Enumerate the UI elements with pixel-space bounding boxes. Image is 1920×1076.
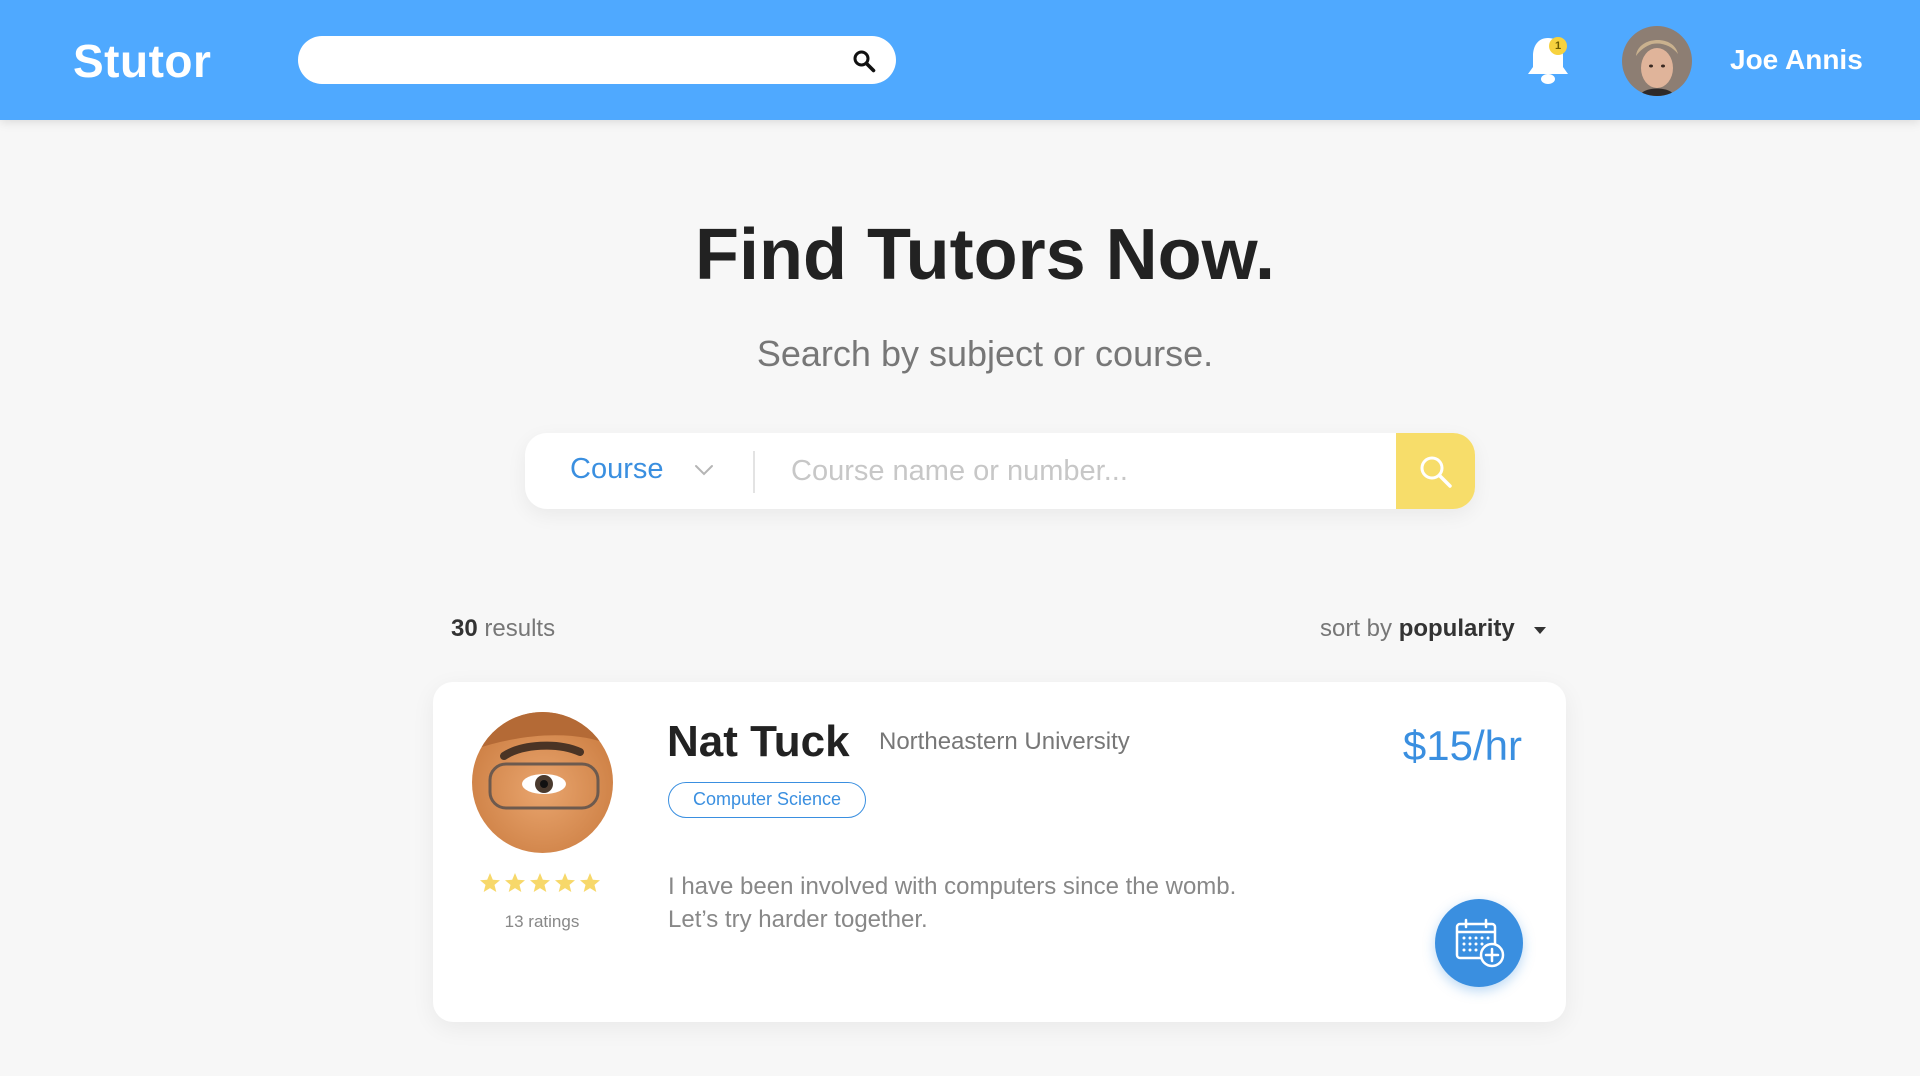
star-icon: [555, 873, 575, 892]
course-search-input[interactable]: [791, 447, 1351, 495]
tutor-bio-line: I have been involved with computers sinc…: [668, 873, 1237, 900]
search-submit-button[interactable]: [1396, 433, 1475, 509]
subject-tag[interactable]: Computer Science: [668, 782, 867, 818]
results-count: 30 results: [451, 615, 555, 643]
tutor-bio: I have been involved with computers sinc…: [668, 870, 1308, 936]
book-session-button[interactable]: [1435, 899, 1523, 987]
app-logo[interactable]: Stutor: [73, 34, 211, 88]
ratings-count: 13 ratings: [504, 912, 580, 931]
caret-down-icon[interactable]: [1532, 624, 1548, 636]
page-subtitle: Search by subject or course.: [756, 333, 1214, 374]
tutor-avatar[interactable]: [472, 712, 613, 853]
chevron-down-icon[interactable]: [693, 461, 715, 479]
top-navigation-bar: Stutor 1 Joe Annis: [0, 0, 1920, 120]
results-count-number: 30: [451, 615, 478, 642]
sort-value: popularity: [1398, 615, 1515, 642]
global-search-input[interactable]: [298, 36, 896, 84]
user-name[interactable]: Joe Annis: [1730, 44, 1863, 76]
tutor-search-bar: Course: [525, 433, 1475, 509]
user-avatar[interactable]: [1622, 26, 1692, 96]
sort-dropdown[interactable]: sort by popularity: [1320, 615, 1515, 643]
star-icon: [480, 873, 500, 892]
results-count-label: results: [484, 615, 556, 642]
star-icon: [505, 873, 525, 892]
tutor-name[interactable]: Nat Tuck: [667, 717, 850, 767]
star-icon: [530, 873, 550, 892]
calendar-add-icon: [1455, 918, 1505, 968]
tutor-bio-line: Let’s try harder together.: [668, 906, 928, 933]
search-icon: [1420, 456, 1452, 488]
sort-prefix: sort by: [1320, 615, 1393, 642]
notification-count-badge: 1: [1549, 37, 1567, 55]
rating-stars: [480, 873, 600, 892]
tutor-school: Northeastern University: [879, 728, 1130, 755]
tutor-card[interactable]: 13 ratings Nat Tuck Northeastern Univers…: [433, 682, 1566, 1022]
page-title: Find Tutors Now.: [695, 215, 1275, 295]
divider: [753, 451, 755, 493]
star-icon: [580, 873, 600, 892]
search-icon[interactable]: [852, 49, 876, 73]
hourly-rate: $15/hr: [1402, 722, 1522, 769]
search-type-dropdown[interactable]: Course: [570, 453, 664, 486]
